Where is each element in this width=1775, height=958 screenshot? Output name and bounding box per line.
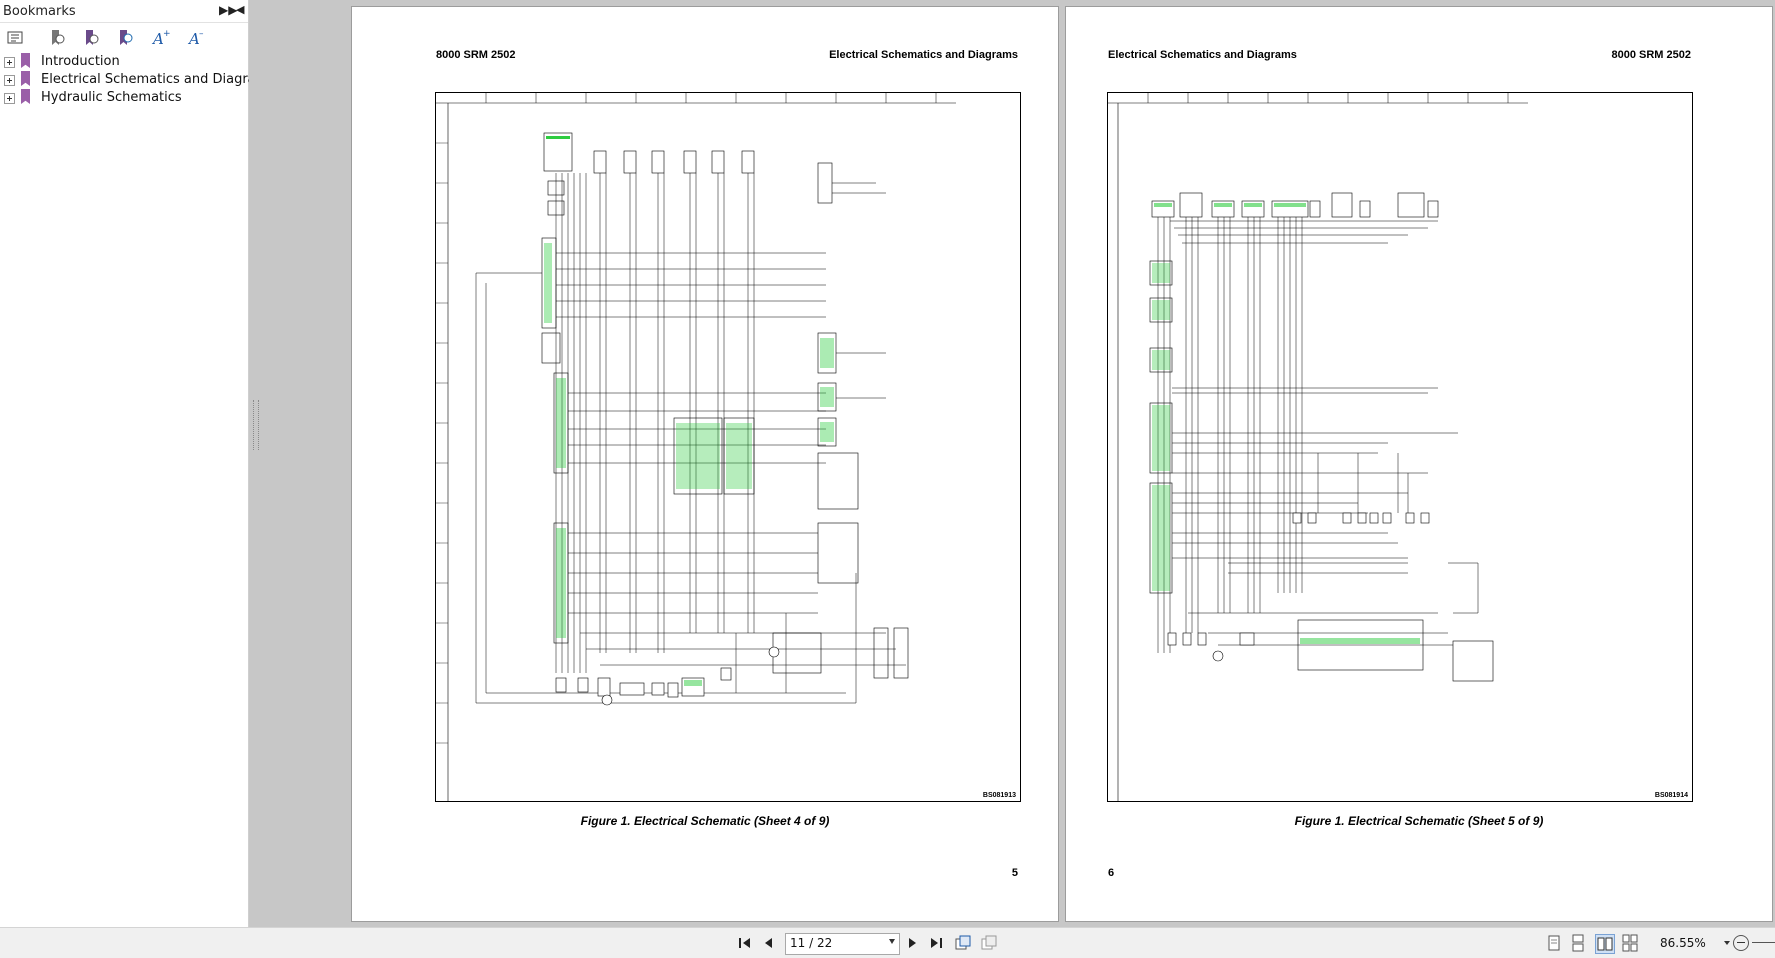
bookmark-introduction[interactable]: Introduction <box>4 53 244 71</box>
triangle-left-icon[interactable]: ◀ <box>236 3 244 16</box>
page-5: 8000 SRM 2502 Electrical Schematics and … <box>352 7 1058 921</box>
last-page-icon[interactable] <box>928 935 944 951</box>
svg-text:+: + <box>163 29 171 39</box>
page-number-field[interactable]: 11 / 22 <box>785 933 900 955</box>
expand-plus-icon[interactable] <box>4 75 15 86</box>
electrical-schematic-sheet-4: BS081913 <box>435 92 1021 802</box>
next-page-icon[interactable] <box>904 935 920 951</box>
zoom-out-icon[interactable] <box>1733 935 1749 951</box>
bookmark-hydraulic-schematics[interactable]: Hydraulic Schematics <box>4 89 244 107</box>
bookmark-label: Electrical Schematics and Diagrams <box>41 72 276 87</box>
figure-id: BS081914 <box>1654 792 1688 799</box>
panel-splitter[interactable] <box>253 400 259 450</box>
bookmarks-toolbar: A + A – <box>0 24 248 52</box>
page-header-left: 8000 SRM 2502 <box>436 49 516 61</box>
svg-text:–: – <box>199 29 204 39</box>
previous-view-icon[interactable] <box>955 935 971 951</box>
bookmarks-title: Bookmarks <box>3 4 76 19</box>
two-page-continuous-view-icon[interactable] <box>1621 934 1639 952</box>
bookmark-options-icon[interactable] <box>4 27 26 49</box>
new-bookmark-icon[interactable] <box>80 27 102 49</box>
decrease-text-size-icon[interactable]: A – <box>186 27 208 49</box>
bookmark-flag-icon <box>21 53 30 68</box>
page-indicator[interactable]: 11 / 22 <box>790 936 832 950</box>
bottom-toolbar: 11 / 22 86.55% <box>0 927 1775 958</box>
bookmarks-panel: Bookmarks ▶▶ ◀ A + A – Introduction Electr… <box>0 0 275 927</box>
page-number: 6 <box>1108 867 1115 879</box>
increase-text-size-icon[interactable]: A + <box>150 27 172 49</box>
page-header-right: 8000 SRM 2502 <box>1611 49 1692 61</box>
previous-page-icon[interactable] <box>761 935 777 951</box>
expand-plus-icon[interactable] <box>4 57 15 68</box>
expand-plus-icon[interactable] <box>4 93 15 104</box>
bookmark-electrical-schematics[interactable]: Electrical Schematics and Diagrams <box>4 71 275 89</box>
electrical-schematic-sheet-5: BS081914 <box>1107 92 1693 802</box>
zoom-dropdown-icon[interactable] <box>1724 941 1730 945</box>
page-6: Electrical Schematics and Diagrams 8000 … <box>1066 7 1772 921</box>
schematic-drawing <box>1108 93 1528 801</box>
double-chevron-right-icon[interactable]: ▶▶ <box>219 3 237 17</box>
chevron-down-icon[interactable] <box>889 939 895 944</box>
zoom-level[interactable]: 86.55% <box>1660 936 1706 950</box>
expand-bookmark-icon[interactable] <box>46 27 68 49</box>
bookmark-flag-icon <box>21 89 30 104</box>
schematic-drawing <box>436 93 956 801</box>
bookmark-label: Hydraulic Schematics <box>41 90 182 105</box>
find-bookmark-icon[interactable] <box>114 27 136 49</box>
continuous-page-view-icon[interactable] <box>1569 934 1587 952</box>
figure-caption: Figure 1. Electrical Schematic (Sheet 5 … <box>1294 814 1544 828</box>
figure-caption: Figure 1. Electrical Schematic (Sheet 4 … <box>580 814 830 828</box>
zoom-slider[interactable] <box>1752 942 1775 943</box>
figure-id: BS081913 <box>982 792 1016 799</box>
bookmarks-header: Bookmarks ▶▶ ◀ <box>0 0 248 23</box>
next-view-icon[interactable] <box>981 935 997 951</box>
first-page-icon[interactable] <box>737 935 753 951</box>
two-page-view-icon[interactable] <box>1595 934 1615 954</box>
single-page-view-icon[interactable] <box>1545 934 1563 952</box>
bookmark-flag-icon <box>21 71 30 86</box>
bookmark-label: Introduction <box>41 54 120 69</box>
page-header-left: Electrical Schematics and Diagrams <box>1108 49 1297 61</box>
page-header-right: Electrical Schematics and Diagrams <box>829 49 1018 61</box>
page-number: 5 <box>1011 867 1018 879</box>
